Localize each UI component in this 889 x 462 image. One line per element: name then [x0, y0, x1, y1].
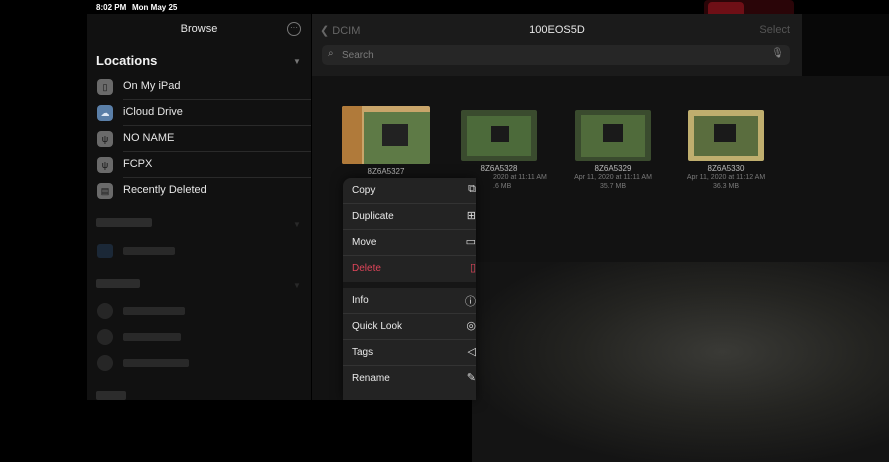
back-button[interactable]: ❮ DCIM — [320, 24, 360, 37]
sidebar-item-label: Recently Deleted — [123, 184, 207, 196]
file-size: 36.3 MB — [712, 183, 740, 190]
sidebar-title: Browse — [180, 23, 218, 35]
file-item[interactable]: 8Z6A5330 Apr 11, 2020 at 11:12 AM 36.3 M… — [676, 110, 776, 191]
file-thumbnail — [688, 110, 764, 161]
cloud-icon: ☁ — [97, 105, 113, 121]
file-date: Apr 11, 2020 at 11:12 AM — [686, 174, 766, 181]
info-icon: ⓘ — [465, 296, 476, 308]
ipad-icon: ▯ — [97, 79, 113, 95]
menu-item-tags[interactable]: Tags ◁ — [343, 340, 476, 366]
menu-item-rename[interactable]: Rename ✎ — [343, 366, 476, 392]
pencil-icon: ✎ — [466, 372, 476, 384]
sidebar-item-no-name[interactable]: ψ NO NAME — [87, 126, 311, 152]
file-size: .6 MB — [493, 183, 512, 190]
usb-icon: ψ — [97, 157, 113, 173]
menu-item-delete[interactable]: Delete ▯ — [343, 256, 476, 282]
menu-item-label: Move — [352, 237, 377, 248]
trash-icon: ▤ — [97, 183, 113, 199]
sidebar-item-label: iCloud Drive — [123, 106, 183, 118]
file-item[interactable]: 8Z6A5329 Apr 11, 2020 at 11:11 AM 35.7 M… — [563, 110, 663, 191]
status-date: Mon May 25 — [132, 3, 178, 12]
status-time: 8:02 PM — [96, 3, 127, 12]
page-title: 100EOS5D — [529, 24, 585, 36]
menu-item-label: Quick Look — [352, 321, 403, 332]
menu-item-label: Rename — [352, 373, 390, 384]
file-thumbnail — [461, 110, 537, 161]
search-bar[interactable]: ⌕ 🎙 — [322, 45, 790, 65]
back-label: DCIM — [332, 25, 361, 37]
file-item[interactable]: 8Z6A5327 — [336, 106, 436, 176]
menu-item-label: Info — [352, 295, 369, 306]
context-menu: Copy ⧉ Duplicate ⊞ Move ▭ Delete ▯ Info … — [343, 178, 476, 400]
file-size: 35.7 MB — [599, 183, 627, 190]
menu-item-label: Duplicate — [352, 211, 394, 222]
file-name: 8Z6A5329 — [594, 164, 632, 173]
chevron-left-icon: ❮ — [320, 25, 330, 37]
search-icon: ⌕ — [328, 48, 334, 59]
file-name: 8Z6A5327 — [367, 167, 405, 176]
file-thumbnail — [342, 106, 430, 164]
chevron-down-icon[interactable]: ▼ — [293, 57, 301, 66]
status-bar: 8:02 PM Mon May 25 — [0, 0, 889, 20]
file-date: Apr 11, 2020 at 11:11 AM — [574, 174, 652, 181]
menu-item-quick-look[interactable]: Quick Look ◎ — [343, 314, 476, 340]
locations-header[interactable]: Locations — [96, 53, 157, 68]
sidebar-item-label: On My iPad — [123, 80, 181, 92]
copy-icon: ⧉ — [468, 183, 476, 195]
file-name: 8Z6A5328 — [480, 164, 518, 173]
sidebar-item-fcpx[interactable]: ψ FCPX — [87, 152, 311, 178]
microphone-icon[interactable]: 🎙 — [771, 48, 784, 59]
sidebar-item-icloud-drive[interactable]: ☁ iCloud Drive — [87, 100, 311, 126]
menu-item-duplicate[interactable]: Duplicate ⊞ — [343, 204, 476, 230]
sidebar-item-label: FCPX — [123, 158, 153, 170]
file-thumbnail — [575, 110, 651, 161]
navigation-bar: ❮ DCIM 100EOS5D Select ⌕ 🎙 — [312, 14, 802, 76]
duplicate-icon: ⊞ — [466, 210, 476, 222]
sidebar-item-on-my-ipad[interactable]: ▯ On My iPad — [87, 74, 311, 100]
sidebar-item-label: NO NAME — [123, 132, 175, 144]
ellipsis-circle-icon[interactable]: ··· — [287, 22, 301, 36]
menu-item-copy[interactable]: Copy ⧉ — [343, 178, 476, 204]
sidebar-item-recently-deleted[interactable]: ▤ Recently Deleted — [87, 178, 311, 204]
trash-icon: ▯ — [469, 262, 476, 274]
folder-icon: ▭ — [465, 236, 476, 248]
file-name: 8Z6A5330 — [707, 164, 745, 173]
search-input[interactable] — [342, 48, 762, 62]
sidebar: Browse ··· Locations ▼ ▯ On My iPad ☁ iC… — [87, 14, 311, 400]
usb-icon: ψ — [97, 131, 113, 147]
menu-item-info[interactable]: Info ⓘ — [343, 288, 476, 314]
menu-item-move[interactable]: Move ▭ — [343, 230, 476, 256]
select-button[interactable]: Select — [759, 24, 790, 36]
file-date: 2020 at 11:11 AM — [493, 174, 547, 181]
menu-item-label: Delete — [352, 263, 381, 274]
eye-icon: ◎ — [466, 320, 476, 332]
tag-icon: ◁ — [467, 346, 476, 358]
menu-item-label: Copy — [352, 185, 376, 196]
menu-item-label: Tags — [352, 347, 374, 358]
